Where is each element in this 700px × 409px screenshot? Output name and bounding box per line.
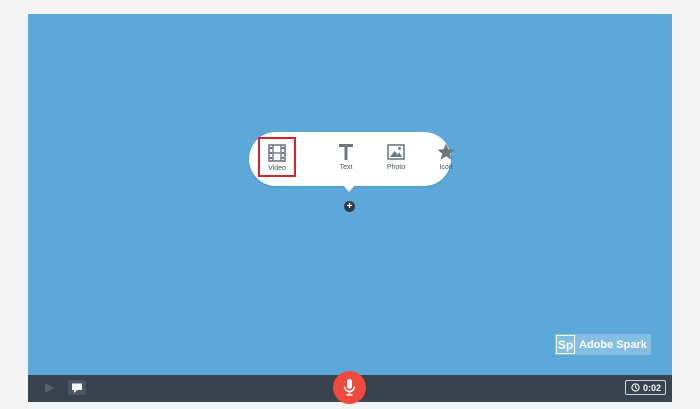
film-icon (268, 144, 286, 162)
video-label: Video (268, 165, 286, 172)
star-icon (437, 143, 455, 160)
slide-canvas[interactable]: Video Text Photo Icon + Sp Adobe Spark (28, 14, 672, 375)
image-icon (387, 144, 405, 160)
clock-icon (631, 383, 640, 392)
text-t-icon (339, 144, 353, 160)
add-icon-button[interactable]: Icon (428, 138, 464, 174)
slide-duration[interactable]: 0:02 (625, 380, 666, 395)
add-photo-button[interactable]: Photo (378, 138, 414, 174)
text-label: Text (339, 164, 353, 171)
play-icon[interactable] (43, 382, 55, 394)
add-video-button[interactable]: Video (258, 137, 296, 177)
icon-label: Icon (439, 164, 453, 171)
record-voice-button[interactable] (333, 371, 366, 404)
add-content-button[interactable]: + (344, 201, 355, 212)
spark-logo: Sp (556, 335, 575, 354)
timer-value: 0:02 (642, 382, 661, 393)
speech-bubble-icon (72, 383, 82, 393)
bottom-toolbar: 0:02 (28, 371, 672, 404)
add-text-button[interactable]: Text (328, 138, 364, 174)
comment-button[interactable] (68, 380, 86, 395)
microphone-icon (343, 379, 356, 396)
popup-pointer (343, 185, 355, 192)
watermark-text: Adobe Spark (579, 338, 647, 351)
adobe-spark-watermark: Sp Adobe Spark (555, 334, 651, 355)
photo-label: Photo (386, 164, 406, 171)
add-content-popup: Video Text Photo Icon (249, 132, 455, 186)
slide-frame: Video Text Photo Icon + Sp Adobe Spark 0… (28, 14, 672, 404)
